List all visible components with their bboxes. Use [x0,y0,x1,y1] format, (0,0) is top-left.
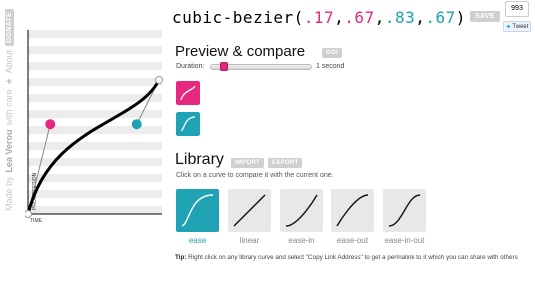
comma-3: , [415,8,426,27]
save-button[interactable]: SAVE [470,11,500,22]
library-curve-path [233,194,266,227]
preview-box-compare [176,112,200,136]
graph-stripe [28,174,162,182]
value-x1[interactable]: .17 [304,8,334,27]
control-point-1[interactable] [45,119,56,130]
author-link[interactable]: Lea Verou [4,129,14,172]
fn-close: ) [455,8,466,27]
graph-stripe [28,190,162,198]
library-curve-ease-in-out[interactable] [383,189,426,232]
tweet-label: Tweet [512,23,529,30]
comma-2: , [374,8,385,27]
export-button[interactable]: EXPORT [268,158,303,168]
value-x2[interactable]: .83 [385,8,415,27]
start-point [25,210,32,218]
graph-stripe [28,46,162,54]
duration-label: Duration: [176,63,205,70]
tip-body: Right click on any library curve and sel… [186,254,518,261]
import-button[interactable]: IMPORT [231,158,265,168]
about-link[interactable]: About [4,50,14,74]
graph-stripe [28,158,162,166]
control-point-2[interactable] [131,119,142,130]
comma-1: , [334,8,345,27]
tip-label: Tip: [175,254,187,261]
tip-text: Tip: Right click on any library curve an… [175,253,530,262]
library-curve-label: ease-out [336,236,369,245]
library-curve-path [181,194,214,227]
star-icon: ★ [3,77,14,86]
credit-strip: Made by Lea Verou with care ★ About DONA… [3,8,15,211]
library-curve-label: ease-in [288,236,315,245]
fn-open: cubic-bezier( [172,8,304,27]
library-curve-ease-out[interactable] [331,189,374,232]
bezier-value: cubic-bezier(.17,.67,.83,.67) [172,8,466,27]
preview-box-current [176,81,200,105]
library-curve-path [336,194,369,227]
library-curve-label: ease-in-out [384,236,425,245]
library-heading: Library [175,151,224,168]
go-button[interactable]: GO! [322,48,343,58]
library-curve-ease[interactable] [176,189,219,232]
donate-button[interactable]: DONATE [4,8,14,46]
bezier-editor[interactable]: PROGRESSION TIME [25,0,165,287]
end-point [155,76,163,84]
library-curve-linear[interactable] [228,189,271,232]
library-description: Click on a curve to compare it with the … [176,172,334,179]
twitter-bird-icon: ✦ [505,23,512,31]
graph-stripe [28,206,162,214]
tweet-count: 993 [505,1,529,17]
tweet-button[interactable]: ✦ Tweet [503,21,531,32]
credit-with-care: with care [4,89,14,126]
graph-stripe [28,78,162,86]
x-axis-label: TIME [30,218,43,224]
library-curve-label: linear [239,236,260,245]
duration-slider-thumb[interactable] [219,62,228,71]
value-y2[interactable]: .67 [425,8,455,27]
graph-stripe [28,142,162,150]
library-curve-ease-in[interactable] [280,189,323,232]
library-curve-label: ease [188,236,207,245]
duration-value: 1 second [316,63,345,70]
library-curve-path [285,194,318,227]
preview-heading: Preview & compare [175,43,306,60]
credit-made-by: Made by [4,176,14,211]
graph-stripe [28,30,162,38]
library-curve-path [388,194,421,227]
graph-stripe [28,62,162,70]
value-y1[interactable]: .67 [344,8,374,27]
